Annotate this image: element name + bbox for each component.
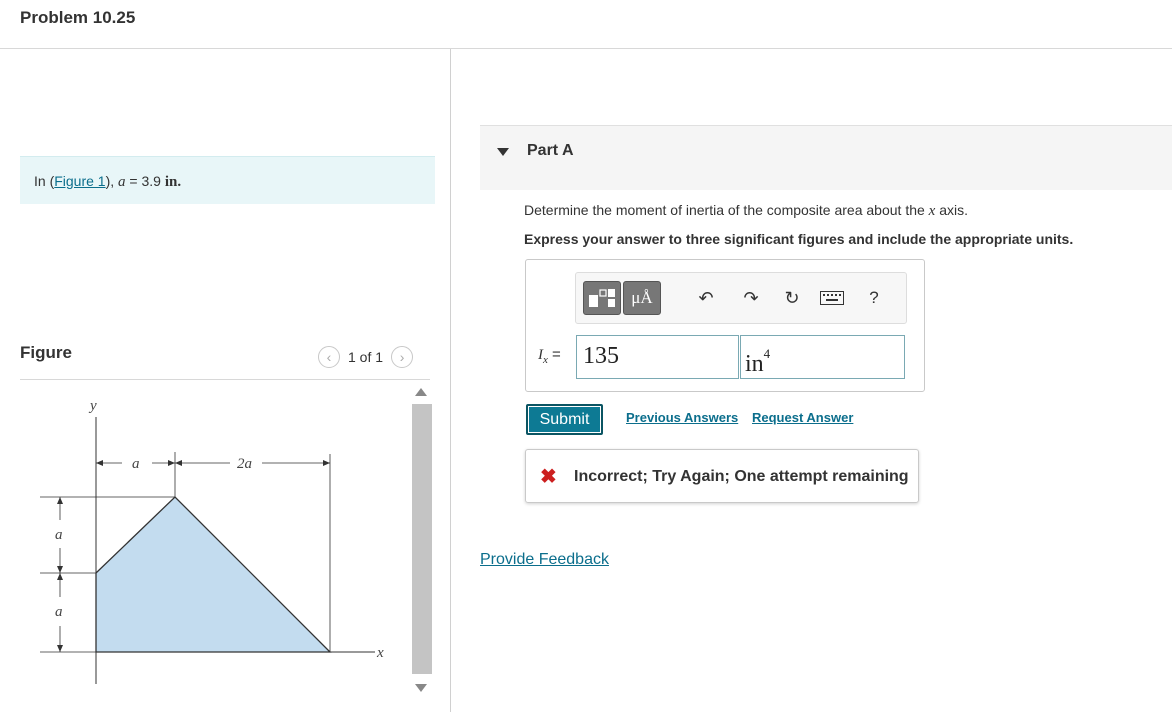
keyboard-button[interactable] [818, 283, 846, 313]
label-2a: 2a [237, 456, 252, 472]
instruction-text: Express your answer to three significant… [524, 231, 1074, 247]
redo-button[interactable]: ↷ [737, 283, 765, 313]
units-button[interactable]: μÅ [623, 281, 661, 315]
label-a-left-2: a [55, 604, 63, 620]
redo-icon: ↷ [743, 287, 759, 308]
chevron-left-icon: ‹ [326, 349, 332, 365]
reset-icon: ↻ [784, 287, 800, 308]
composite-area [95, 496, 332, 653]
help-icon: ? [869, 288, 879, 307]
prev-figure-button[interactable]: ‹ [318, 346, 340, 368]
templates-button[interactable] [583, 281, 621, 315]
figure-label: Figure [20, 343, 72, 362]
problem-title: Problem 10.25 [20, 8, 136, 27]
keyboard-icon [820, 291, 844, 305]
help-button[interactable]: ? [860, 283, 888, 313]
scroll-up-arrow-icon[interactable] [415, 388, 427, 396]
scroll-down-arrow-icon[interactable] [415, 684, 427, 692]
figure-link[interactable]: Figure 1 [54, 173, 105, 189]
request-answer-link[interactable]: Request Answer [752, 410, 853, 425]
intro-unit: in. [164, 174, 182, 190]
undo-button[interactable]: ↶ [692, 283, 720, 313]
answer-label: Ix = [538, 346, 561, 366]
value-input[interactable]: 135 [576, 335, 739, 379]
label-x: x [376, 645, 384, 661]
label-a-left-1: a [55, 527, 63, 543]
figure-scrollbar-thumb[interactable] [412, 404, 432, 674]
figure-divider [20, 379, 430, 380]
collapse-triangle-icon[interactable] [497, 148, 509, 156]
question-var: x [928, 203, 936, 219]
undo-icon: ↶ [698, 287, 714, 308]
feedback-text: Incorrect; Try Again; One attempt remain… [574, 468, 909, 485]
next-figure-button[interactable]: › [391, 346, 414, 368]
figure-page-count: 1 of 1 [348, 349, 384, 365]
unit-input[interactable]: in4 [740, 335, 905, 379]
chevron-right-icon: › [399, 349, 405, 365]
units-icon: μÅ [631, 288, 653, 307]
intro-var: a [118, 174, 126, 190]
figure-pager: ‹ 1 of 1 › [318, 344, 414, 370]
part-a-header[interactable] [480, 125, 1172, 190]
problem-intro: In (Figure 1), a = 3.9 in. [20, 156, 435, 204]
submit-button[interactable]: Submit [526, 404, 603, 435]
templates-icon [589, 289, 615, 307]
question-text: Determine the moment of inertia of the c… [524, 202, 969, 219]
incorrect-x-icon: ✖ [540, 466, 557, 488]
pane-divider[interactable] [450, 49, 451, 712]
figure-diagram: y x a 2a a a [40, 398, 384, 684]
part-a-title: Part A [527, 142, 574, 159]
header-divider [0, 48, 1172, 49]
provide-feedback-link[interactable]: Provide Feedback [480, 551, 609, 569]
previous-answers-link[interactable]: Previous Answers [626, 410, 738, 425]
label-y: y [88, 398, 97, 414]
label-a-top: a [132, 456, 140, 472]
reset-button[interactable]: ↻ [778, 283, 806, 313]
